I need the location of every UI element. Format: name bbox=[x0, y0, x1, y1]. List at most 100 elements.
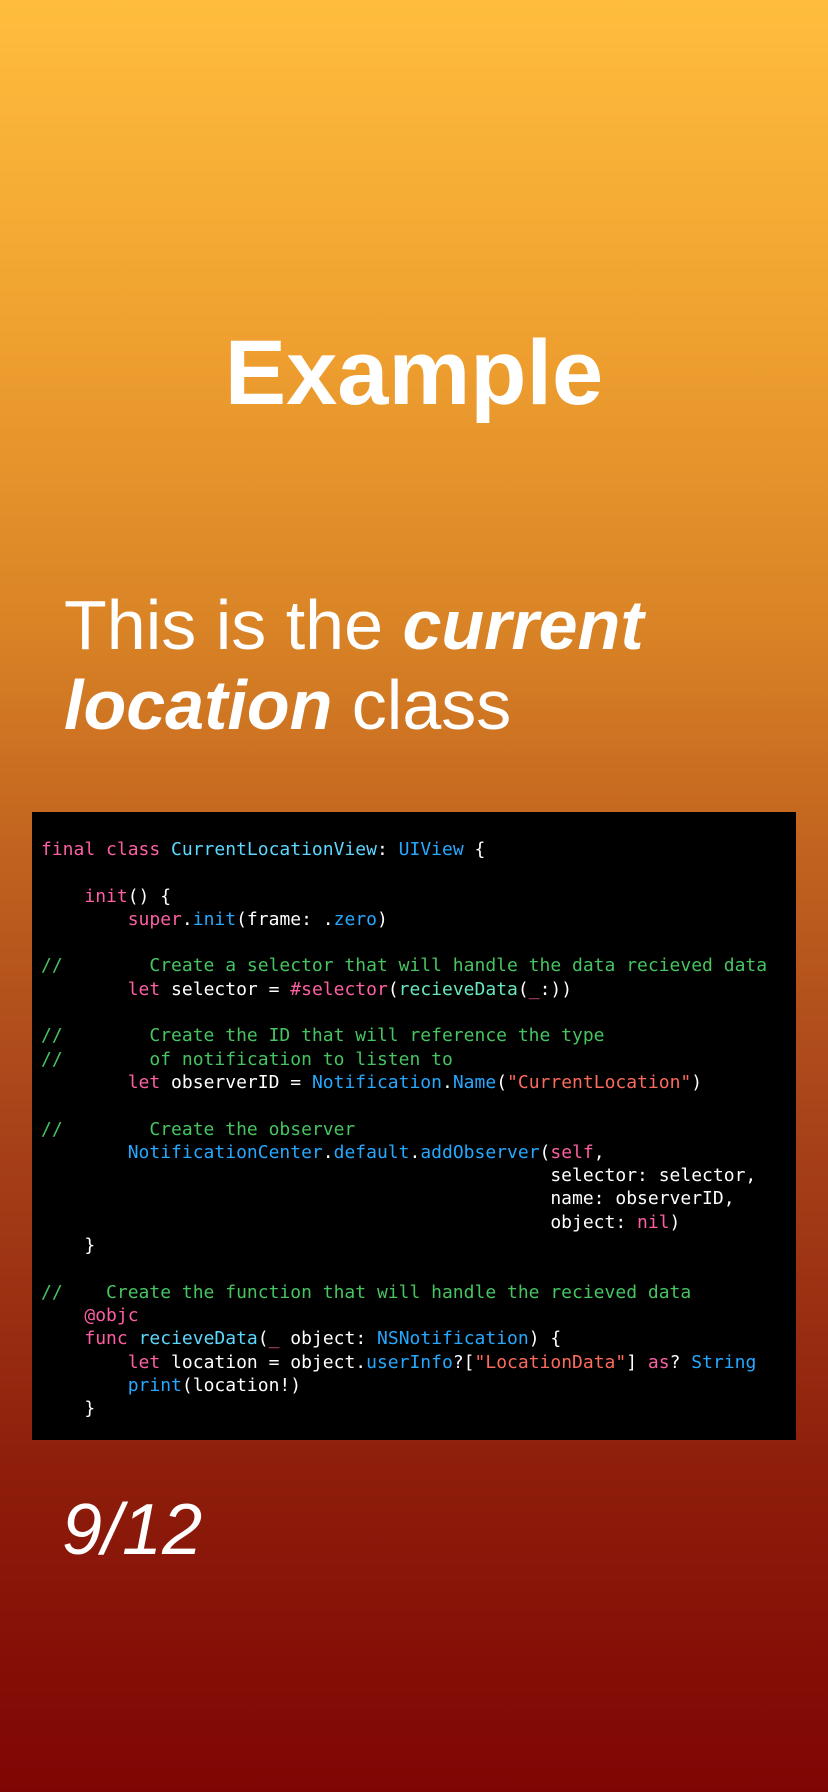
code-line: let observerID = Notification.Name("Curr… bbox=[41, 1071, 796, 1094]
code-token: // Create the observer bbox=[41, 1118, 356, 1140]
code-token: ?[ bbox=[452, 1351, 475, 1373]
code-token: } bbox=[41, 1235, 96, 1257]
code-line: init() { bbox=[41, 885, 796, 908]
code-line: // Create a selector that will handle th… bbox=[41, 954, 796, 977]
code-token: ) { bbox=[528, 1328, 562, 1350]
code-token: print bbox=[127, 1374, 182, 1396]
code-token: // Create the function that will handle … bbox=[41, 1281, 692, 1303]
code-token: recieveData bbox=[398, 978, 518, 1000]
code-line: @objc bbox=[41, 1304, 796, 1327]
code-token: . bbox=[322, 1141, 334, 1163]
code-token: let bbox=[127, 1071, 161, 1093]
code-token: (location!) bbox=[181, 1374, 302, 1396]
code-token: zero bbox=[333, 908, 377, 930]
code-token: // of notification to listen to bbox=[41, 1048, 453, 1070]
code-token: ( bbox=[387, 978, 399, 1000]
code-token: init bbox=[192, 908, 237, 930]
slide-subtitle: This is the current location class bbox=[64, 585, 804, 745]
code-token: init bbox=[84, 885, 128, 907]
code-token: nil bbox=[637, 1211, 670, 1233]
code-token: NSNotification bbox=[377, 1328, 529, 1350]
code-token: addObserver bbox=[420, 1141, 540, 1163]
code-line: // of notification to listen to bbox=[41, 1048, 796, 1071]
code-token: ) bbox=[669, 1211, 681, 1233]
code-token: ] bbox=[626, 1351, 648, 1373]
code-token: Notification bbox=[311, 1071, 442, 1093]
code-token: userInfo bbox=[366, 1351, 453, 1373]
code-token: , bbox=[593, 1141, 605, 1163]
code-line: print(location!) bbox=[41, 1374, 796, 1397]
code-token: ) bbox=[691, 1071, 703, 1093]
code-token: final class bbox=[41, 839, 172, 860]
code-token: observerID = bbox=[160, 1071, 312, 1093]
code-token: @objc bbox=[84, 1304, 139, 1326]
code-line: object: nil) bbox=[41, 1211, 796, 1234]
code-line: } bbox=[41, 1234, 796, 1257]
code-token: (frame: . bbox=[236, 908, 334, 930]
subtitle-text-3: class bbox=[332, 666, 512, 744]
code-line: super.init(frame: .zero) bbox=[41, 908, 796, 931]
code-token: // Create a selector that will handle th… bbox=[41, 955, 768, 977]
code-token: String bbox=[691, 1351, 757, 1373]
code-token: recieveData bbox=[138, 1328, 258, 1350]
code-token: location = object. bbox=[160, 1351, 367, 1373]
code-token: CurrentLocationView bbox=[171, 839, 377, 860]
subtitle-emphasis-current: current bbox=[402, 586, 644, 664]
code-line: selector: selector, bbox=[41, 1164, 796, 1187]
code-token: Name bbox=[452, 1071, 497, 1093]
code-line: final class CurrentLocationView: UIView … bbox=[41, 838, 796, 861]
code-token: } bbox=[41, 1398, 96, 1420]
code-line: } bbox=[41, 1397, 796, 1420]
code-token: selector = bbox=[160, 978, 291, 1000]
code-line: func recieveData(_ object: NSNotificatio… bbox=[41, 1327, 796, 1350]
code-token: object: bbox=[279, 1328, 378, 1350]
code-token: ( bbox=[539, 1141, 551, 1163]
code-token: () { bbox=[127, 885, 172, 907]
code-token: ( bbox=[517, 978, 529, 1000]
code-line: // Create the ID that will reference the… bbox=[41, 1024, 796, 1047]
code-line: let selector = #selector(recieveData(_:)… bbox=[41, 978, 796, 1001]
code-line: let location = object.userInfo?["Locatio… bbox=[41, 1351, 796, 1374]
code-token: self bbox=[550, 1141, 594, 1163]
code-token: #selector bbox=[290, 978, 388, 1000]
code-token: super bbox=[127, 908, 182, 930]
code-token: ( bbox=[257, 1328, 269, 1350]
code-token: default bbox=[333, 1141, 410, 1163]
code-token: . bbox=[409, 1141, 421, 1163]
code-token: as bbox=[647, 1351, 670, 1373]
subtitle-emphasis-location: location bbox=[64, 666, 333, 744]
slide-title: Example bbox=[224, 322, 604, 424]
code-line: // Create the observer bbox=[41, 1118, 796, 1141]
code-line: NotificationCenter.default.addObserver(s… bbox=[41, 1141, 796, 1164]
code-token: UIView bbox=[398, 839, 464, 860]
code-token: _ bbox=[268, 1328, 280, 1350]
code-token: NotificationCenter bbox=[127, 1141, 323, 1163]
code-token: func bbox=[84, 1328, 128, 1350]
code-token: . bbox=[441, 1071, 453, 1093]
page-number: 9/12 bbox=[62, 1490, 203, 1570]
code-token: ) bbox=[377, 908, 388, 930]
code-token: // Create the ID that will reference the… bbox=[41, 1025, 605, 1047]
code-token: . bbox=[181, 908, 193, 930]
code-token: let bbox=[127, 1351, 161, 1373]
code-token: let bbox=[127, 978, 161, 1000]
code-token: _ bbox=[528, 978, 540, 1000]
code-line: name: observerID, bbox=[41, 1187, 796, 1210]
code-token: ( bbox=[496, 1071, 508, 1093]
code-token: : bbox=[376, 839, 399, 860]
code-token: { bbox=[463, 839, 486, 860]
